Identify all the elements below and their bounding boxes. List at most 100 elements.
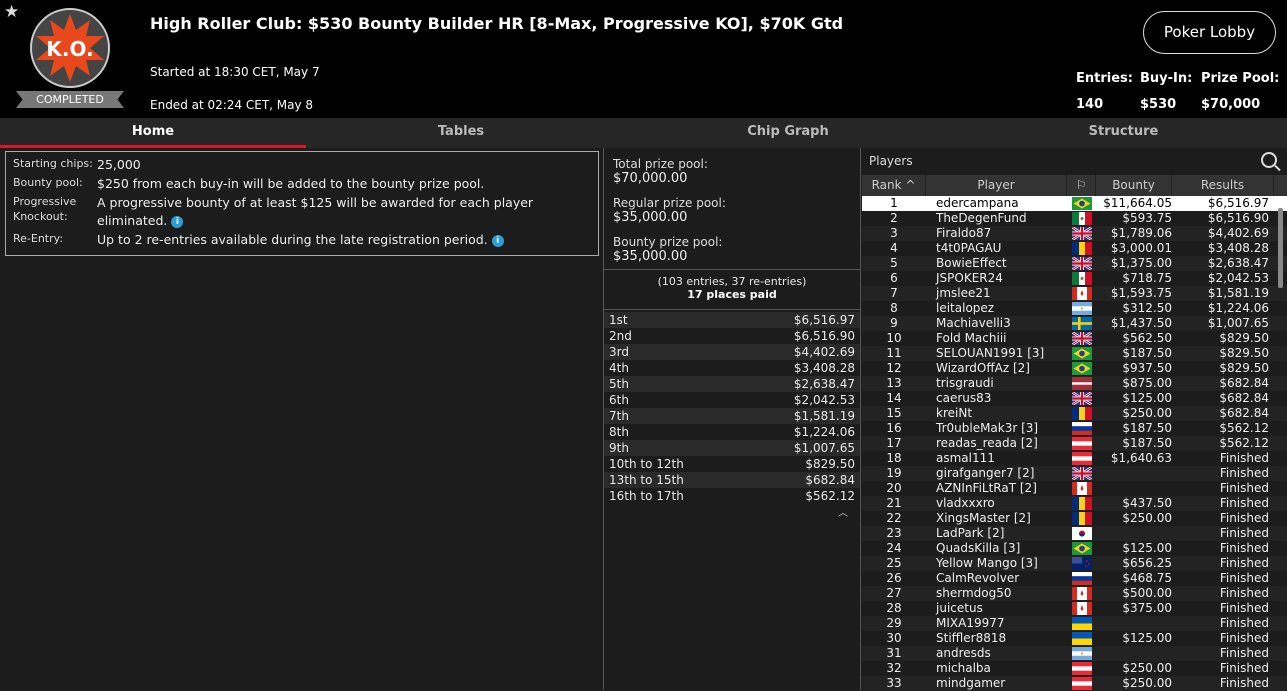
player-row[interactable]: 2 TheDegenFund $593.75 $6,516.90 xyxy=(862,211,1287,226)
player-row[interactable]: 16 Tr0ubleMak3r [3] $187.50 $562.12 xyxy=(862,421,1287,436)
tab-chip-graph[interactable]: Chip Graph xyxy=(616,118,960,148)
col-rank[interactable]: Rank ^ xyxy=(862,175,926,196)
player-row[interactable]: 14 caerus83 $125.00 $682.84 xyxy=(862,391,1287,406)
player-row[interactable]: 17 readas_reada [2] $187.50 $562.12 xyxy=(862,436,1287,451)
player-name: jmslee21 xyxy=(936,286,991,300)
player-rank: 13 xyxy=(886,376,902,390)
player-row[interactable]: 20 AZNInFiLtRaT [2] Finished xyxy=(862,481,1287,496)
player-row[interactable]: 23 LadPark [2] Finished xyxy=(862,526,1287,541)
tab-structure[interactable]: Structure xyxy=(960,118,1287,148)
player-bounty: $1,789.06 xyxy=(1110,226,1172,240)
player-row[interactable]: 30 Stiffler8818 $125.00 Finished xyxy=(862,631,1287,646)
player-row[interactable]: 25 Yellow Mango [3] $656.25 Finished xyxy=(862,556,1287,571)
players-panel: Players Rank ^ Player ⚐ Bounty Results 1… xyxy=(862,148,1287,691)
player-bounty: $1,640.63 xyxy=(1110,451,1172,465)
payout-place: 13th to 15th xyxy=(609,473,684,487)
player-row[interactable]: 26 CalmRevolver $468.75 Finished xyxy=(862,571,1287,586)
payout-place: 1st xyxy=(609,313,628,327)
search-icon[interactable] xyxy=(1261,152,1277,168)
payout-table: 1st $6,516.97 2nd $6,516.90 3rd $4,402.69 4th $… xyxy=(604,310,860,504)
tab-bar: Home Tables Chip Graph Structure xyxy=(0,118,1287,148)
player-result: $6,516.90 xyxy=(1207,211,1269,225)
tab-home[interactable]: Home xyxy=(0,118,306,148)
player-bounty: $11,664.05 xyxy=(1103,196,1172,210)
bounty-prize-value: $35,000.00 xyxy=(613,249,688,264)
player-flag-icon xyxy=(1067,556,1096,571)
player-row[interactable]: 3 Firaldo87 $1,789.06 $4,402.69 xyxy=(862,226,1287,241)
player-row[interactable]: 28 juicetus $375.00 Finished xyxy=(862,601,1287,616)
info-icon[interactable]: i xyxy=(171,215,184,228)
player-row[interactable]: 13 trisgraudi $875.00 $682.84 xyxy=(862,376,1287,391)
players-title: Players xyxy=(869,154,913,168)
player-rank: 6 xyxy=(890,271,898,285)
player-row[interactable]: 7 jmslee21 $1,593.75 $1,581.19 xyxy=(862,286,1287,301)
player-row[interactable]: 33 mindgamer $250.00 Finished xyxy=(862,676,1287,691)
player-row[interactable]: 10 Fold Machiii $562.50 $829.50 xyxy=(862,331,1287,346)
favorite-star-icon[interactable]: ★ xyxy=(4,2,19,22)
player-row[interactable]: 31 andresds Finished xyxy=(862,646,1287,661)
player-flag-icon xyxy=(1067,496,1096,511)
player-rank: 26 xyxy=(886,571,902,585)
tab-tables[interactable]: Tables xyxy=(306,118,616,148)
player-row[interactable]: 24 QuadsKilla [3] $125.00 Finished xyxy=(862,541,1287,556)
ko-logo-text: K.O. xyxy=(46,37,93,61)
bounty-prize-label: Bounty prize pool: xyxy=(613,235,723,249)
flag-icon: ⚐ xyxy=(1075,178,1087,192)
player-rank: 5 xyxy=(890,256,898,270)
col-results[interactable]: Results xyxy=(1172,175,1274,196)
player-name: caerus83 xyxy=(936,391,992,405)
player-row[interactable]: 8 leitalopez $312.50 $1,224.06 xyxy=(862,301,1287,316)
info-value-wrap: A progressive bounty of at least $125 wi… xyxy=(97,194,591,230)
player-result: Finished xyxy=(1219,496,1269,510)
col-bounty[interactable]: Bounty xyxy=(1096,175,1172,196)
player-result: $4,402.69 xyxy=(1207,226,1269,240)
payout-amount: $2,638.47 xyxy=(793,377,855,391)
payout-place: 3rd xyxy=(609,345,629,359)
player-bounty: $1,437.50 xyxy=(1110,316,1172,330)
player-name: Firaldo87 xyxy=(936,226,992,240)
player-name: asmal111 xyxy=(936,451,995,465)
player-row[interactable]: 9 Machiavelli3 $1,437.50 $1,007.65 xyxy=(862,316,1287,331)
player-result: Finished xyxy=(1219,676,1269,690)
player-flag-icon xyxy=(1067,676,1096,691)
player-row[interactable]: 19 girafganger7 [2] Finished xyxy=(862,466,1287,481)
player-row[interactable]: 18 asmal111 $1,640.63 Finished xyxy=(862,451,1287,466)
player-row[interactable]: 29 MIXA19977 Finished xyxy=(862,616,1287,631)
collapse-chevron-icon[interactable]: ︿ xyxy=(604,504,860,519)
col-flag[interactable]: ⚐ xyxy=(1067,175,1096,196)
scrollbar-thumb[interactable] xyxy=(1278,208,1283,288)
player-row[interactable]: 27 shermdog50 $500.00 Finished xyxy=(862,586,1287,601)
player-result: $829.50 xyxy=(1219,346,1269,360)
player-rank: 7 xyxy=(890,286,898,300)
player-result: $829.50 xyxy=(1219,361,1269,375)
player-row[interactable]: 15 kreiNt $250.00 $682.84 xyxy=(862,406,1287,421)
player-bounty: $125.00 xyxy=(1122,631,1172,645)
info-row: Re-Entry: Up to 2 re-entries available d… xyxy=(13,231,591,249)
col-player[interactable]: Player xyxy=(926,175,1067,196)
player-row[interactable]: 11 SELOUAN1991 [3] $187.50 $829.50 xyxy=(862,346,1287,361)
payout-amount: $829.50 xyxy=(805,457,855,471)
player-result: $682.84 xyxy=(1219,391,1269,405)
players-header: Players xyxy=(862,148,1287,175)
player-row[interactable]: 12 WizardOffAz [2] $937.50 $829.50 xyxy=(862,361,1287,376)
player-result: Finished xyxy=(1219,451,1269,465)
player-row[interactable]: 22 XingsMaster [2] $250.00 Finished xyxy=(862,511,1287,526)
payout-amount: $1,007.65 xyxy=(793,441,855,455)
player-row[interactable]: 1 edercampana $11,664.05 $6,516.97 xyxy=(862,196,1287,211)
player-result: $2,042.53 xyxy=(1207,271,1269,285)
player-name: readas_reada [2] xyxy=(936,436,1038,450)
player-row[interactable]: 32 michalba $250.00 Finished xyxy=(862,661,1287,676)
info-value: $250 from each buy-in will be added to t… xyxy=(97,176,485,191)
payout-place: 8th xyxy=(609,425,629,439)
player-row[interactable]: 5 BowieEffect $1,375.00 $2,638.47 xyxy=(862,256,1287,271)
scrollbar[interactable] xyxy=(1277,198,1284,688)
poker-lobby-button[interactable]: Poker Lobby xyxy=(1143,11,1276,54)
player-bounty: $187.50 xyxy=(1122,346,1172,360)
player-row[interactable]: 21 vladxxxro $437.50 Finished xyxy=(862,496,1287,511)
player-row[interactable]: 4 t4t0PAGAU $3,000.01 $3,408.28 xyxy=(862,241,1287,256)
player-name: mindgamer xyxy=(936,676,1006,690)
player-row[interactable]: 6 JSPOKER24 $718.75 $2,042.53 xyxy=(862,271,1287,286)
payout-place: 6th xyxy=(609,393,629,407)
info-icon[interactable]: i xyxy=(491,234,504,247)
info-key: Starting chips: xyxy=(13,157,93,170)
